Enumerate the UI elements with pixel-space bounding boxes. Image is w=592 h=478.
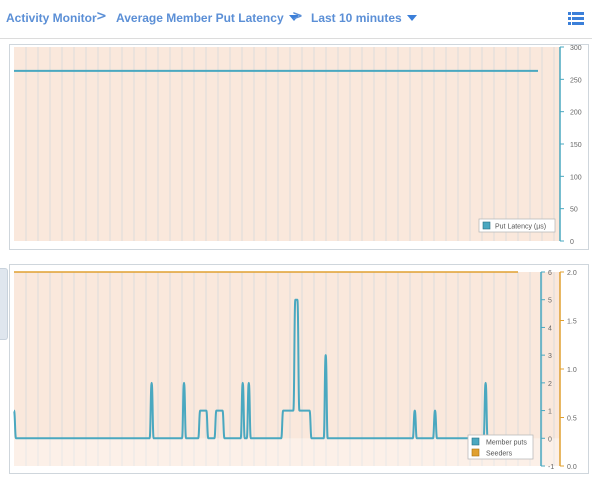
y-tick-label: 0	[570, 239, 574, 246]
list-menu-icon[interactable]	[568, 12, 584, 25]
member-puts-chart-panel: -1 0 1 2 3 4 5 6 0.0 0.5 1.0 1.5 2.0 Member puts Seede…	[9, 264, 589, 474]
y-tick-label-left-scale: 1	[548, 409, 552, 416]
y-tick-label: 150	[570, 142, 582, 149]
y-tick-label: 200	[570, 110, 582, 117]
y-tick-label-left-scale: -1	[548, 464, 554, 471]
legend-swatch-seeders	[471, 448, 480, 457]
y-tick-label-right-scale: 0.5	[567, 416, 577, 423]
y-tick-label: 250	[570, 77, 582, 84]
y-tick-label-right-scale: 1.0	[567, 367, 577, 374]
y-tick-label-right-scale: 0.0	[567, 464, 577, 471]
y-tick-label-left-scale: 4	[548, 325, 552, 332]
put-latency-chart: 0 50 100 150 200 250 300 Put Latency (µs)	[14, 45, 582, 246]
legend-label-member-puts: Member puts	[486, 440, 527, 447]
legend-label-seeders: Seeders	[486, 451, 513, 458]
plot-area	[14, 47, 560, 241]
breadcrumb-separator: >	[292, 9, 303, 24]
y-tick-label: 50	[570, 207, 578, 214]
y-tick-label: 300	[570, 45, 582, 52]
legend-label-put-latency: Put Latency (µs)	[495, 224, 546, 231]
y-tick-label-right-scale: 1.5	[567, 319, 577, 326]
breadcrumb-activity-monitor[interactable]: Activity Monitor	[6, 11, 97, 25]
metric-dropdown-label: Average Member Put Latency	[116, 11, 284, 25]
legend-swatch-put-latency	[482, 221, 491, 230]
header-bar: Activity Monitor > Average Member Put La…	[0, 0, 592, 39]
y-tick-label-left-scale: 0	[548, 436, 552, 443]
legend-swatch-member-puts	[471, 437, 480, 446]
breadcrumb-separator: >	[96, 9, 107, 24]
time-range-label: Last 10 minutes	[311, 11, 402, 25]
caret-down-icon	[406, 15, 417, 21]
y-tick-label-left-scale: 3	[548, 353, 552, 360]
y-tick-label-left-scale: 5	[548, 298, 552, 305]
member-puts-chart: -1 0 1 2 3 4 5 6 0.0 0.5 1.0 1.5 2.0 Member puts Seede…	[13, 270, 577, 471]
y-tick-label-right-scale: 2.0	[567, 270, 577, 277]
y-tick-label-left-scale: 2	[548, 381, 552, 388]
side-drawer-handle[interactable]	[0, 268, 8, 340]
y-tick-label: 100	[570, 174, 582, 181]
put-latency-chart-panel: 0 50 100 150 200 250 300 Put Latency (µs)	[9, 44, 589, 250]
y-tick-label-left-scale: 6	[548, 270, 552, 277]
time-range-dropdown[interactable]: Last 10 minutes	[311, 11, 417, 25]
metric-dropdown[interactable]: Average Member Put Latency	[116, 11, 299, 25]
